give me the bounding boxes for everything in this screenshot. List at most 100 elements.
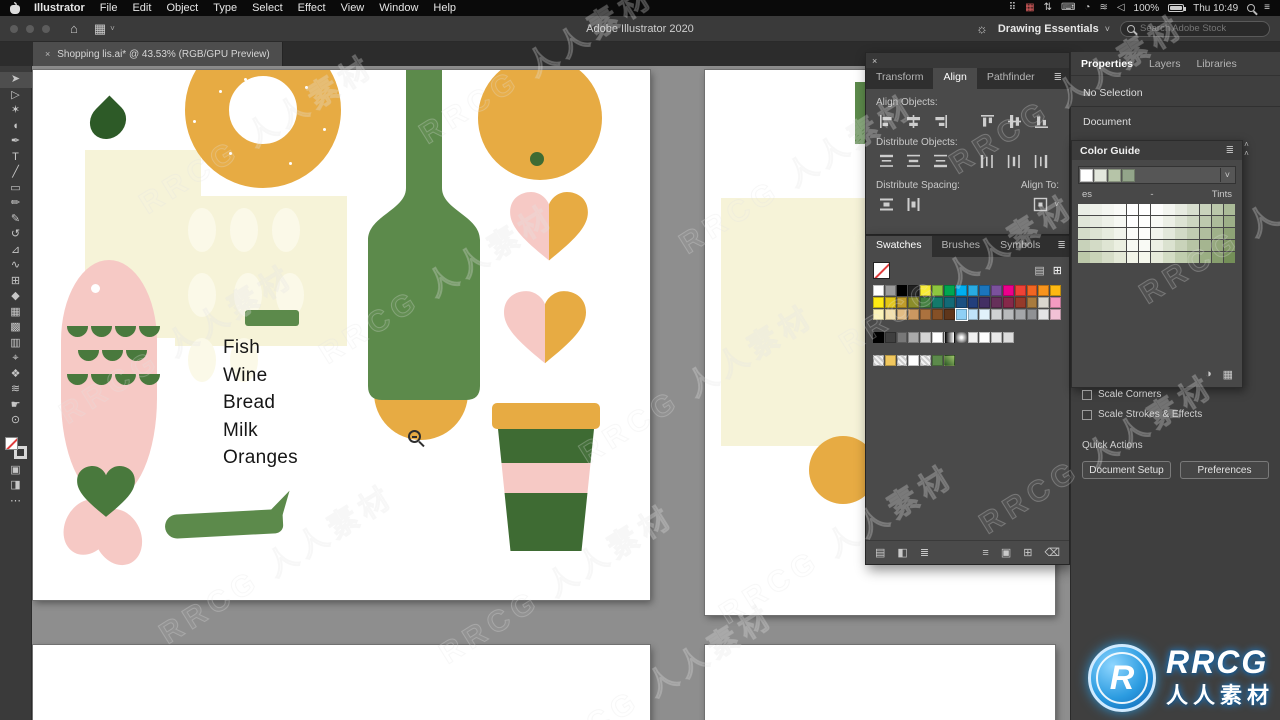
swatch[interactable]	[955, 332, 967, 343]
window-controls[interactable]	[10, 24, 50, 33]
tint-swatch[interactable]	[1114, 204, 1127, 215]
menu-object[interactable]: Object	[166, 2, 198, 14]
panel-menu-icon[interactable]: ≣	[1226, 145, 1234, 156]
swatch[interactable]	[920, 297, 932, 308]
stock-search-box[interactable]	[1120, 20, 1270, 37]
tint-swatch[interactable]	[1090, 204, 1102, 215]
menu-select[interactable]: Select	[252, 2, 283, 14]
tint-swatch[interactable]	[1090, 252, 1102, 263]
swatch[interactable]	[1014, 285, 1026, 296]
search-input[interactable]	[1140, 23, 1260, 34]
swatch[interactable]	[908, 297, 920, 308]
shopping-list-item[interactable]: Bread	[223, 389, 298, 417]
swatch[interactable]	[908, 285, 920, 296]
distribute-vertical-bottom-icon[interactable]	[930, 152, 951, 171]
rotate-tool[interactable]: ↺	[0, 227, 32, 243]
swatch[interactable]	[908, 309, 920, 320]
distribute-vertical-center-icon[interactable]	[903, 152, 924, 171]
tint-swatch[interactable]	[1126, 252, 1139, 263]
tint-swatch[interactable]	[1187, 228, 1199, 239]
tint-swatch[interactable]	[1163, 204, 1175, 215]
tint-swatch[interactable]	[1126, 240, 1139, 251]
tint-swatch[interactable]	[1138, 216, 1151, 227]
swatch[interactable]	[932, 309, 943, 320]
scale-strokes-checkbox[interactable]	[1082, 409, 1092, 420]
new-color-group-icon[interactable]: ▣	[1001, 546, 1011, 559]
swatch[interactable]	[1014, 309, 1026, 320]
lasso-tool[interactable]: ◖	[0, 119, 32, 135]
bread-bar-shape[interactable]	[245, 310, 299, 326]
tint-swatch[interactable]	[1199, 228, 1212, 239]
shopping-list-item[interactable]: Oranges	[223, 444, 298, 472]
swatch[interactable]	[979, 309, 991, 320]
tint-swatch[interactable]	[1175, 228, 1187, 239]
color-guide-dropdown[interactable]: ˅	[1219, 168, 1234, 182]
home-icon[interactable]: ⌂	[70, 21, 78, 36]
scale-tool[interactable]: ⊿	[0, 243, 32, 259]
swatch[interactable]	[1050, 297, 1061, 308]
swatch[interactable]	[908, 355, 920, 366]
cream-block-2[interactable]	[721, 198, 871, 446]
tint-swatch[interactable]	[1163, 240, 1175, 251]
align-vertical-bottom-icon[interactable]	[1031, 112, 1052, 131]
tint-swatch[interactable]	[1090, 228, 1102, 239]
line-segment-tool[interactable]: ╱	[0, 165, 32, 181]
swatches-tab-brushes[interactable]: Brushes	[932, 236, 991, 257]
distribute-vertical-top-icon[interactable]	[876, 152, 897, 171]
tint-swatch[interactable]	[1163, 252, 1175, 263]
swatch[interactable]	[932, 355, 943, 366]
gradient-tool[interactable]: ▥	[0, 336, 32, 352]
swatch[interactable]	[991, 309, 1002, 320]
tint-swatch[interactable]	[1078, 216, 1090, 227]
list-view-icon[interactable]: ▤	[1034, 264, 1044, 277]
swatch[interactable]	[932, 332, 943, 343]
arrange-documents-icon[interactable]: ▦	[94, 21, 106, 37]
swatch[interactable]	[991, 297, 1002, 308]
direct-selection-tool[interactable]: ▷	[0, 88, 32, 104]
wifi-icon[interactable]: ≋	[1099, 2, 1107, 14]
align-panel-menu-icon[interactable]: ≣	[1047, 68, 1069, 89]
align-to-artboard-icon[interactable]	[1030, 195, 1051, 214]
dock-tab-properties[interactable]: Properties	[1081, 58, 1133, 70]
fill-stroke-proxy[interactable]	[4, 436, 27, 459]
zoom-tool[interactable]: ⊙	[0, 413, 32, 429]
swatch[interactable]	[1038, 309, 1050, 320]
selection-tool[interactable]: ➤	[0, 72, 32, 88]
preferences-button[interactable]: Preferences	[1180, 461, 1269, 479]
swatch[interactable]	[1002, 309, 1014, 320]
document-setup-button[interactable]: Document Setup	[1082, 461, 1171, 479]
tint-swatch[interactable]	[1102, 216, 1114, 227]
receipt-shape[interactable]	[164, 508, 284, 540]
swatch[interactable]	[943, 332, 955, 343]
tint-swatch[interactable]	[1126, 216, 1139, 227]
grid-view-icon[interactable]: ⊞	[1053, 264, 1062, 277]
shopping-list-item[interactable]: Fish	[223, 334, 298, 362]
swatch[interactable]	[896, 297, 908, 308]
tint-swatch[interactable]	[1150, 216, 1163, 227]
tint-swatch[interactable]	[1150, 204, 1163, 215]
align-horizontal-right-icon[interactable]	[930, 112, 951, 131]
swatches-tab-symbols[interactable]: Symbols	[990, 236, 1050, 257]
apple-menu-icon[interactable]	[10, 2, 20, 14]
swatch[interactable]	[896, 332, 908, 343]
coffee-cup-lid[interactable]	[492, 403, 600, 429]
tint-swatch[interactable]	[1223, 228, 1236, 239]
swatch[interactable]	[955, 297, 967, 308]
arrange-chevron-icon[interactable]: ˅	[110, 24, 115, 33]
tint-swatch[interactable]	[1090, 216, 1102, 227]
tint-swatch[interactable]	[1187, 252, 1199, 263]
document-tab[interactable]: × Shopping lis.ai* @ 43.53% (RGB/GPU Pre…	[33, 42, 283, 66]
menu-type[interactable]: Type	[213, 2, 237, 14]
type-tool[interactable]: T	[0, 150, 32, 166]
droplet-shape[interactable]	[82, 95, 134, 147]
tint-swatch[interactable]	[1078, 252, 1090, 263]
time-machine-icon[interactable]: ◔	[1084, 2, 1090, 14]
heart-shape-1[interactable]	[510, 192, 588, 262]
dock-tab-layers[interactable]: Layers	[1149, 58, 1181, 70]
swatch[interactable]	[896, 309, 908, 320]
keyboard-icon[interactable]: ⌨	[1061, 2, 1075, 14]
menu-window[interactable]: Window	[379, 2, 418, 14]
swatch[interactable]	[943, 355, 955, 366]
hand-tool[interactable]: ☛	[0, 398, 32, 414]
swatch[interactable]	[873, 309, 884, 320]
